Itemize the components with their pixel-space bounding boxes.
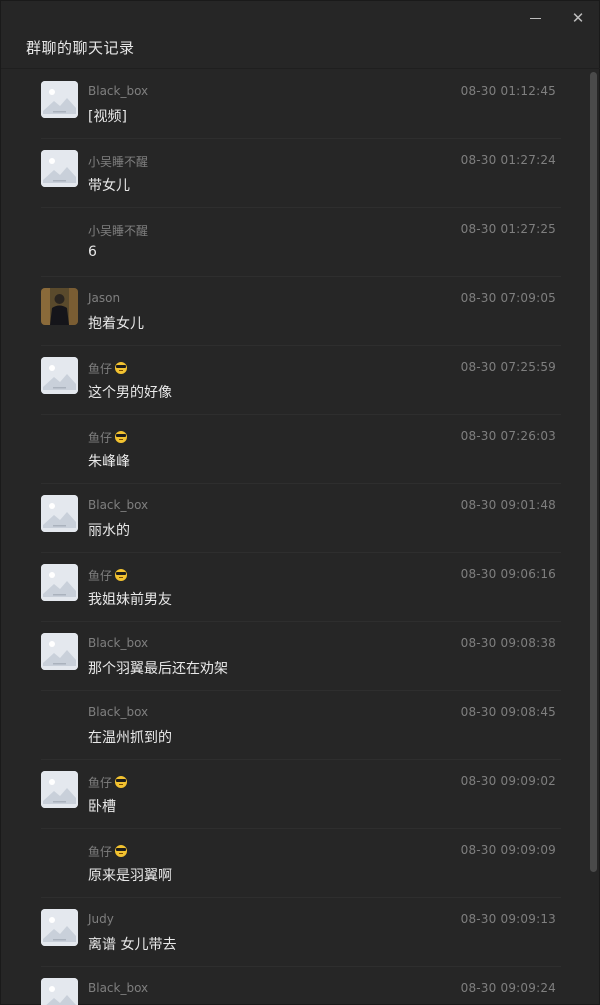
- message-item[interactable]: Black_box 08-30 01:12:45 [视频]: [41, 70, 561, 139]
- message-timestamp: 08-30 09:09:24: [460, 981, 556, 995]
- sender-name[interactable]: Black_box: [88, 498, 148, 512]
- sender-name-text: Jason: [88, 291, 121, 305]
- sender-name[interactable]: 鱼仔: [88, 774, 128, 791]
- sender-name[interactable]: Black_box: [88, 981, 148, 995]
- sender-name-text: 鱼仔: [88, 362, 113, 376]
- sender-name[interactable]: 小吴睡不醒: [88, 222, 148, 239]
- window-title: 群聊的聊天记录: [26, 39, 135, 57]
- scrollbar[interactable]: [589, 70, 598, 1005]
- avatar[interactable]: [41, 771, 78, 808]
- message-text: 原来是羽翼啊: [88, 868, 172, 884]
- sender-name-text: 小吴睡不醒: [88, 224, 149, 238]
- sender-name-text: 鱼仔: [88, 845, 113, 859]
- sender-name[interactable]: 小吴睡不醒: [88, 153, 148, 170]
- message-text: 我姐妹前男友: [88, 592, 172, 608]
- message-item[interactable]: 鱼仔 08-30 09:06:16 我姐妹前男友: [41, 553, 561, 622]
- avatar[interactable]: [41, 633, 78, 670]
- message-item[interactable]: Jason 08-30 07:09:05 抱着女儿: [41, 277, 561, 346]
- sender-name-text: 鱼仔: [88, 776, 113, 790]
- message-text: 在温州抓到的: [88, 730, 172, 746]
- sender-name[interactable]: 鱼仔: [88, 360, 128, 377]
- avatar[interactable]: [41, 978, 78, 1005]
- message-text: 离谱 女儿带去: [88, 937, 177, 953]
- avatar[interactable]: [41, 909, 78, 946]
- message-timestamp: 08-30 09:06:16: [460, 567, 556, 581]
- avatar[interactable]: [41, 357, 78, 394]
- message-item[interactable]: Black_box 08-30 09:01:48 丽水的: [41, 484, 561, 553]
- message-item[interactable]: 鱼仔 08-30 09:09:09 原来是羽翼啊: [41, 829, 561, 898]
- sender-name-text: Black_box: [88, 705, 149, 719]
- message-item[interactable]: 鱼仔 08-30 07:26:03 朱峰峰: [41, 415, 561, 484]
- message-timestamp: 08-30 07:26:03: [460, 429, 556, 443]
- message-item[interactable]: Black_box 08-30 09:09:24: [41, 967, 561, 1005]
- message-timestamp: 08-30 01:12:45: [460, 84, 556, 98]
- sender-name-text: Black_box: [88, 84, 149, 98]
- sunglasses-emoji-icon: [115, 362, 128, 374]
- minimize-button[interactable]: [521, 7, 549, 29]
- message-text: [视频]: [88, 109, 127, 125]
- message-timestamp: 08-30 01:27:24: [460, 153, 556, 167]
- sunglasses-emoji-icon: [115, 776, 128, 788]
- avatar[interactable]: [41, 495, 78, 532]
- message-text: 6: [88, 244, 97, 260]
- title-bar[interactable]: 群聊的聊天记录 ✕: [1, 1, 600, 69]
- message-text: 那个羽翼最后还在劝架: [88, 661, 228, 677]
- sender-name-text: Black_box: [88, 498, 149, 512]
- message-timestamp: 08-30 01:27:25: [460, 222, 556, 236]
- message-text: 卧槽: [88, 799, 116, 815]
- message-text: 带女儿: [88, 178, 130, 194]
- sender-name-text: Black_box: [88, 981, 149, 995]
- close-button[interactable]: ✕: [564, 7, 592, 29]
- sender-name-text: 鱼仔: [88, 431, 113, 445]
- message-item[interactable]: 鱼仔 08-30 07:25:59 这个男的好像: [41, 346, 561, 415]
- message-item[interactable]: 小吴睡不醒 08-30 01:27:24 带女儿: [41, 139, 561, 208]
- message-timestamp: 08-30 07:09:05: [460, 291, 556, 305]
- sender-name[interactable]: 鱼仔: [88, 429, 128, 446]
- sender-name[interactable]: Black_box: [88, 636, 148, 650]
- sender-name[interactable]: Judy: [88, 912, 114, 926]
- minimize-icon: [529, 18, 541, 19]
- message-text: 朱峰峰: [88, 454, 130, 470]
- message-text: 丽水的: [88, 523, 130, 539]
- avatar[interactable]: [41, 564, 78, 601]
- chat-history-window: 群聊的聊天记录 ✕ Black_box 08-30 01:12:45 [视频] 小吴睡…: [0, 0, 600, 1005]
- message-timestamp: 08-30 09:09:13: [460, 912, 556, 926]
- message-timestamp: 08-30 09:09:09: [460, 843, 556, 857]
- sender-name-text: 鱼仔: [88, 569, 113, 583]
- message-text: 抱着女儿: [88, 316, 144, 332]
- sunglasses-emoji-icon: [115, 431, 128, 443]
- message-timestamp: 08-30 09:08:45: [460, 705, 556, 719]
- close-icon: ✕: [571, 9, 585, 27]
- sender-name-text: Black_box: [88, 636, 149, 650]
- sender-name[interactable]: 鱼仔: [88, 843, 128, 860]
- sender-name-text: Judy: [88, 912, 114, 926]
- message-item[interactable]: Black_box 08-30 09:08:38 那个羽翼最后还在劝架: [41, 622, 561, 691]
- avatar[interactable]: [41, 150, 78, 187]
- message-item[interactable]: Black_box 08-30 09:08:45 在温州抓到的: [41, 691, 561, 760]
- sunglasses-emoji-icon: [115, 845, 128, 857]
- sender-name[interactable]: Black_box: [88, 705, 148, 719]
- avatar[interactable]: [41, 288, 78, 325]
- sunglasses-emoji-icon: [115, 569, 128, 581]
- message-timestamp: 08-30 09:08:38: [460, 636, 556, 650]
- message-timestamp: 08-30 09:09:02: [460, 774, 556, 788]
- message-timestamp: 08-30 09:01:48: [460, 498, 556, 512]
- message-text: 这个男的好像: [88, 385, 172, 401]
- scrollbar-thumb[interactable]: [590, 72, 597, 872]
- message-timestamp: 08-30 07:25:59: [460, 360, 556, 374]
- avatar[interactable]: [41, 81, 78, 118]
- message-list[interactable]: Black_box 08-30 01:12:45 [视频] 小吴睡不醒 08-30 01…: [1, 70, 587, 1005]
- sender-name[interactable]: Jason: [88, 291, 120, 305]
- sender-name[interactable]: 鱼仔: [88, 567, 128, 584]
- sender-name[interactable]: Black_box: [88, 84, 148, 98]
- message-item[interactable]: 鱼仔 08-30 09:09:02 卧槽: [41, 760, 561, 829]
- sender-name-text: 小吴睡不醒: [88, 155, 149, 169]
- message-item[interactable]: 小吴睡不醒 08-30 01:27:25 6: [41, 208, 561, 277]
- message-item[interactable]: Judy 08-30 09:09:13 离谱 女儿带去: [41, 898, 561, 967]
